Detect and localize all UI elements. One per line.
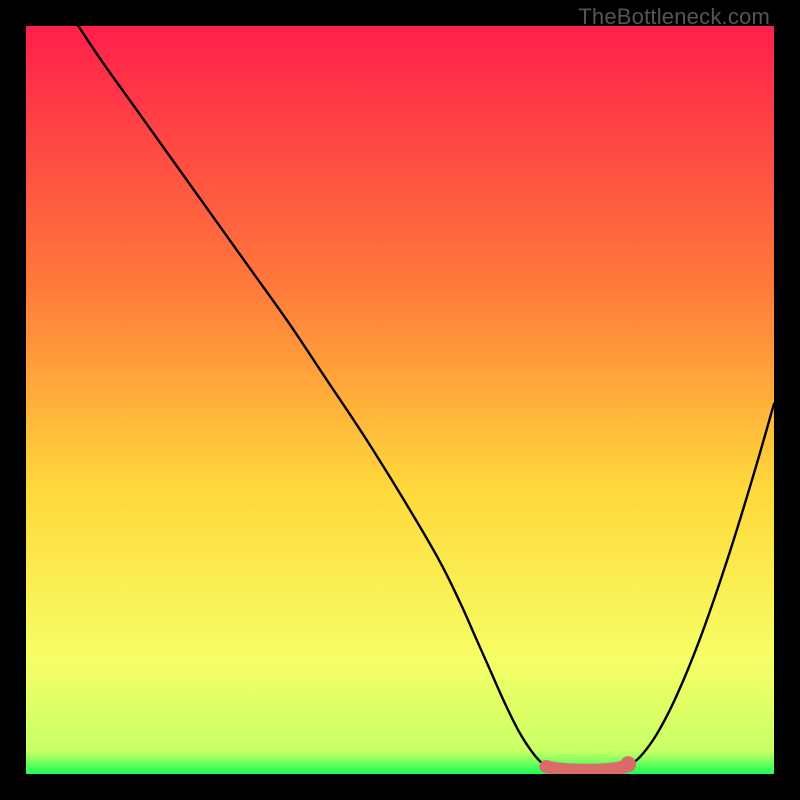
watermark-text: TheBottleneck.com bbox=[578, 4, 770, 30]
optimum-dot bbox=[620, 756, 636, 772]
gradient-background bbox=[26, 26, 774, 774]
plateau-marker bbox=[546, 766, 628, 770]
bottleneck-chart bbox=[26, 26, 774, 774]
chart-frame bbox=[26, 26, 774, 774]
